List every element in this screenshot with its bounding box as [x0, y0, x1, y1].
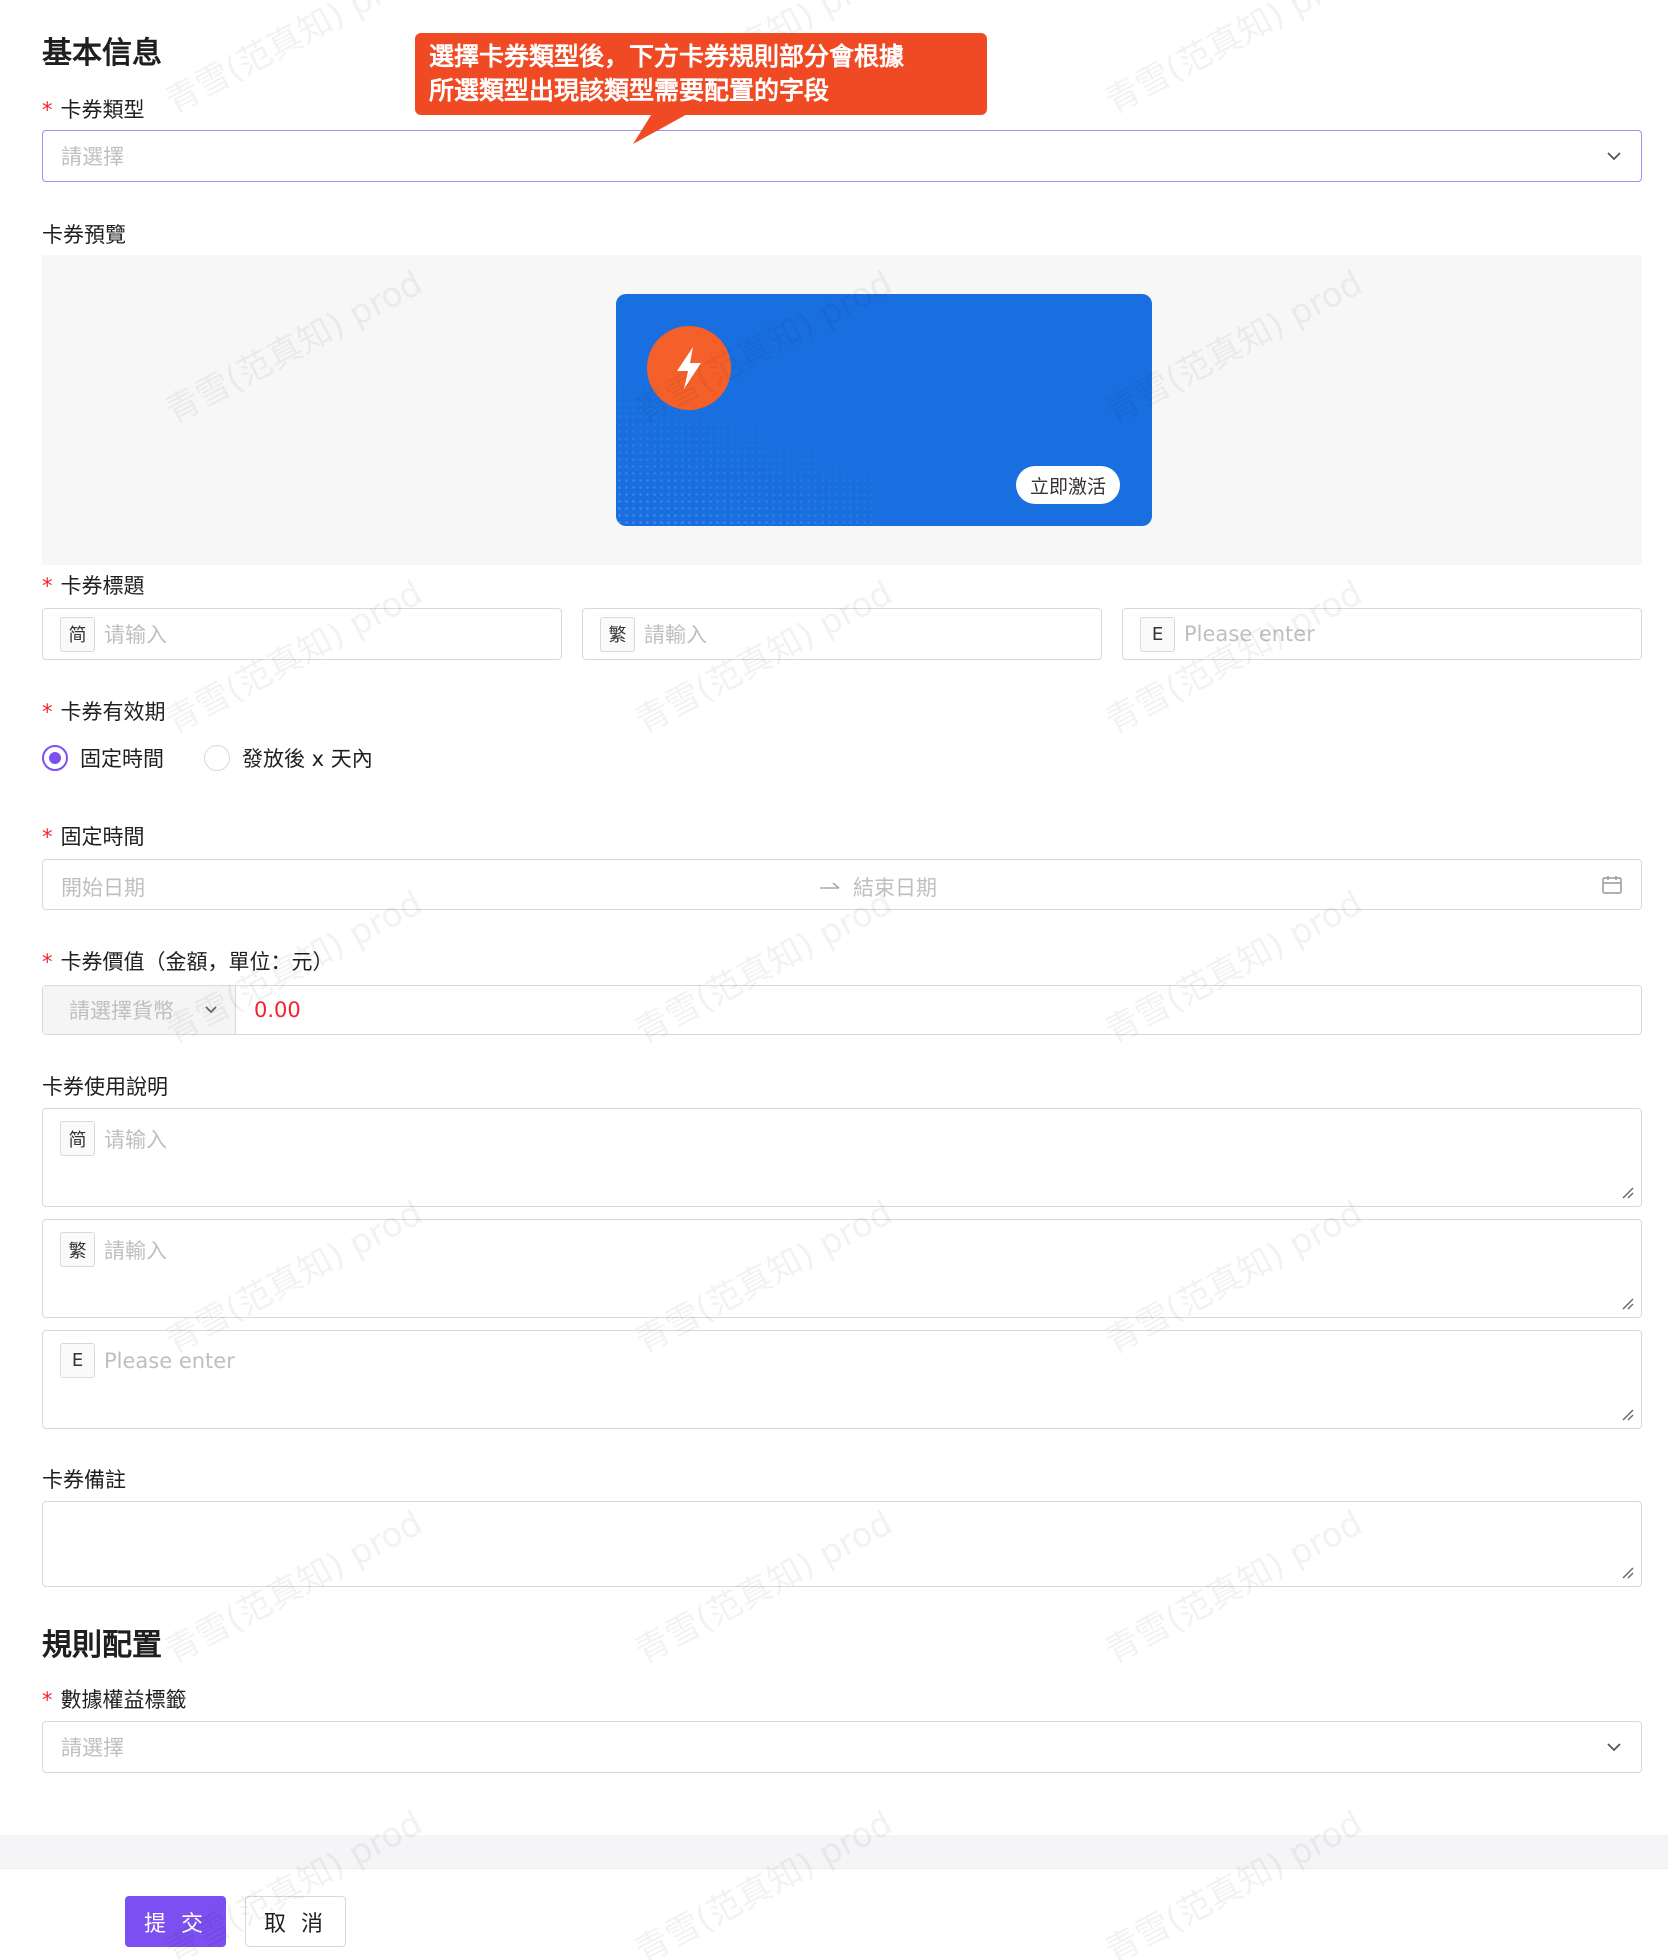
resize-grip-icon[interactable]: [1621, 1408, 1635, 1422]
radio-after-issue[interactable]: [204, 745, 230, 771]
radio-fixed-time-label[interactable]: 固定時間: [80, 743, 164, 773]
lightning-icon: [677, 347, 701, 389]
card-title-label: * 卡券標題: [42, 574, 145, 598]
cancel-button[interactable]: 取 消: [245, 1896, 346, 1947]
fixed-time-label: * 固定時間: [42, 825, 145, 849]
watermark-text: 青雪(范真知) prod: [1098, 0, 1369, 123]
watermark-text: 青雪(范真知) prod: [158, 0, 429, 123]
remark-textarea[interactable]: [42, 1501, 1642, 1587]
lang-tag: 繁: [60, 1232, 95, 1267]
lang-tag: 简: [60, 616, 95, 652]
card-preview-area: 立即激活: [42, 255, 1642, 565]
lang-tag: 繁: [600, 616, 635, 652]
usage-label: 卡券使用說明: [42, 1075, 168, 1099]
watermark-text: 青雪(范真知) prod: [1098, 1803, 1369, 1960]
chevron-down-icon: [205, 1006, 217, 1014]
activate-button[interactable]: 立即激活: [1015, 466, 1120, 504]
data-tag-select[interactable]: 請選擇: [42, 1721, 1642, 1773]
usage-textarea-traditional[interactable]: 繁 請輸入: [42, 1219, 1642, 1318]
card-title-input-english[interactable]: E Please enter: [1122, 608, 1642, 660]
lang-tag: E: [60, 1343, 95, 1378]
card-preview: 立即激活: [616, 294, 1152, 526]
validity-label: * 卡券有效期: [42, 700, 166, 724]
data-tag-label: * 數據權益標籤: [42, 1688, 187, 1712]
arrow-right-icon: [820, 882, 840, 889]
submit-button[interactable]: 提 交: [125, 1896, 226, 1947]
card-title-input-simplified[interactable]: 简 请输入: [42, 608, 562, 660]
resize-grip-icon[interactable]: [1621, 1297, 1635, 1311]
resize-grip-icon[interactable]: [1621, 1186, 1635, 1200]
usage-textarea-simplified[interactable]: 简 请输入: [42, 1108, 1642, 1207]
annotation-callout: 選擇卡券類型後，下方卡券規則部分會根據 所選類型出現該類型需要配置的字段: [415, 33, 987, 115]
section-title-rules: 規則配置: [42, 1628, 162, 1663]
resize-grip-icon[interactable]: [1621, 1566, 1635, 1580]
card-type-label: * 卡券類型: [42, 98, 145, 122]
preview-label: 卡券預覽: [42, 223, 126, 247]
callout-pointer: [633, 112, 691, 144]
radio-fixed-time[interactable]: [42, 745, 68, 771]
validity-radio-group: 固定時間 發放後 x 天內: [42, 743, 373, 773]
calendar-icon: [1602, 876, 1622, 894]
card-title-input-traditional[interactable]: 繁 請輸入: [582, 608, 1102, 660]
date-range-picker[interactable]: 開始日期 結束日期: [42, 859, 1642, 910]
card-logo: [647, 326, 731, 410]
card-type-select[interactable]: 請選擇: [42, 130, 1642, 182]
radio-after-issue-label[interactable]: 發放後 x 天內: [242, 743, 373, 773]
footer-divider: [0, 1835, 1668, 1869]
chevron-down-icon: [1607, 1743, 1621, 1752]
watermark-text: 青雪(范真知) prod: [628, 1803, 899, 1960]
start-date-input[interactable]: 開始日期: [61, 872, 145, 902]
end-date-input[interactable]: 結束日期: [853, 872, 937, 902]
value-label: * 卡券價值（金額，單位：元）: [42, 950, 334, 974]
card-value-input-group: 請選擇貨幣 0.00: [42, 985, 1642, 1035]
card-pattern: [616, 386, 876, 526]
remark-label: 卡券備註: [42, 1468, 126, 1492]
currency-select[interactable]: 請選擇貨幣: [43, 986, 236, 1034]
chevron-down-icon: [1607, 152, 1621, 161]
usage-textarea-english[interactable]: E Please enter: [42, 1330, 1642, 1429]
lang-tag: 简: [60, 1121, 95, 1156]
section-title-basic-info: 基本信息: [42, 36, 162, 71]
lang-tag: E: [1140, 616, 1175, 652]
amount-input[interactable]: 0.00: [236, 986, 301, 1034]
